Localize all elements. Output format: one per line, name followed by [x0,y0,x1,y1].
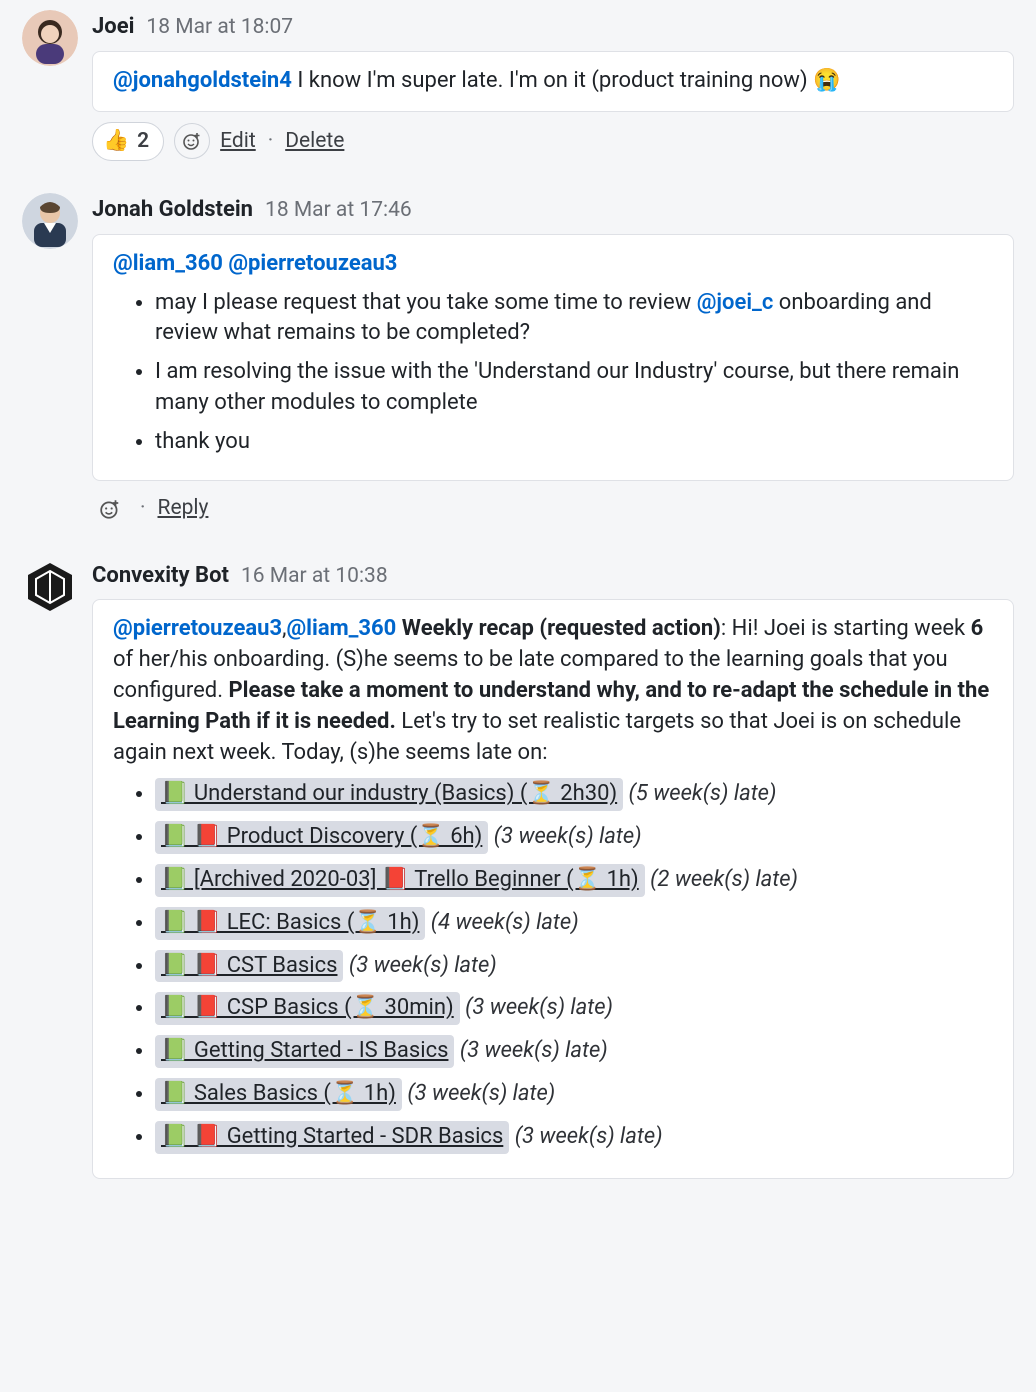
separator: · [138,494,148,523]
course-item: 📗 Sales Basics (⏳ 1h) (3 week(s) late) [155,1078,993,1111]
avatar[interactable] [22,10,78,66]
course-item: 📗 Understand our industry (Basics) (⏳ 2h… [155,778,993,811]
late-label: (5 week(s) late) [623,781,776,806]
mention[interactable]: @pierretouzeau3 [228,251,397,276]
mention[interactable]: @liam_360 [286,616,396,641]
late-label: (4 week(s) late) [425,910,578,935]
list-item: I am resolving the issue with the 'Under… [155,357,993,419]
message-bubble: @jonahgoldstein4 I know I'm super late. … [92,51,1014,112]
course-item: 📗 📕 CSP Basics (⏳ 30min) (3 week(s) late… [155,992,993,1025]
late-label: (3 week(s) late) [343,953,496,978]
course-link[interactable]: 📗 Getting Started - IS Basics [155,1035,454,1068]
post-body: Joei 18 Mar at 18:07 @jonahgoldstein4 I … [92,10,1014,161]
author-name[interactable]: Jonah Goldstein [92,195,253,226]
course-item: 📗 📕 Product Discovery (⏳ 6h) (3 week(s) … [155,821,993,854]
post-actions: 👍 2 Edit · Delete [92,122,1014,161]
smiley-plus-icon [99,498,121,520]
course-item: 📗 Getting Started - IS Basics (3 week(s)… [155,1035,993,1068]
course-link[interactable]: 📗 📕 LEC: Basics (⏳ 1h) [155,907,425,940]
smiley-plus-icon [182,131,202,151]
post-body: Jonah Goldstein 18 Mar at 17:46 @liam_36… [92,193,1014,527]
course-item: 📗 [Archived 2020-03] 📕 Trello Beginner (… [155,864,993,897]
post-header: Convexity Bot 16 Mar at 10:38 [92,559,1014,598]
course-link[interactable]: 📗 Sales Basics (⏳ 1h) [155,1078,402,1111]
late-label: (3 week(s) late) [402,1081,555,1106]
post-timestamp: 18 Mar at 18:07 [146,13,293,42]
add-reaction-button[interactable] [92,491,128,527]
post-timestamp: 16 Mar at 10:38 [241,562,388,591]
late-label: (2 week(s) late) [645,867,798,892]
mention[interactable]: @liam_360 [113,251,223,276]
reply-link[interactable]: Reply [158,494,209,523]
post-actions: · Reply [92,491,1014,527]
add-reaction-button[interactable] [174,123,210,159]
mention[interactable]: @pierretouzeau3 [113,616,282,641]
avatar[interactable] [22,559,78,615]
message-bubble: @liam_360 @pierretouzeau3 may I please r… [92,234,1014,481]
avatar[interactable] [22,193,78,249]
reaction-thumbs-up[interactable]: 👍 2 [92,122,164,161]
post-timestamp: 18 Mar at 17:46 [265,196,412,225]
course-link[interactable]: 📗 📕 CST Basics [155,950,343,983]
post-header: Jonah Goldstein 18 Mar at 17:46 [92,193,1014,232]
message-bubble: @pierretouzeau3,@liam_360 Weekly recap (… [92,599,1014,1178]
avatar-image [22,193,78,249]
course-link[interactable]: 📗 📕 Getting Started - SDR Basics [155,1121,509,1154]
bot-intro: @pierretouzeau3,@liam_360 Weekly recap (… [113,614,993,768]
post-joei: Joei 18 Mar at 18:07 @jonahgoldstein4 I … [0,4,1036,169]
mention[interactable]: @joei_c [697,290,774,315]
post-header: Joei 18 Mar at 18:07 [92,10,1014,49]
bot-icon [22,559,78,615]
course-item: 📗 📕 LEC: Basics (⏳ 1h) (4 week(s) late) [155,907,993,940]
post-body: Convexity Bot 16 Mar at 10:38 @pierretou… [92,559,1014,1179]
reaction-count: 2 [137,127,149,156]
course-list: 📗 Understand our industry (Basics) (⏳ 2h… [113,778,993,1153]
avatar-image [22,10,78,66]
post-bot: Convexity Bot 16 Mar at 10:38 @pierretou… [0,553,1036,1187]
late-label: (3 week(s) late) [460,995,613,1020]
course-link[interactable]: 📗 Understand our industry (Basics) (⏳ 2h… [155,778,623,811]
mention[interactable]: @jonahgoldstein4 [113,68,292,93]
course-item: 📗 📕 CST Basics (3 week(s) late) [155,950,993,983]
late-label: (3 week(s) late) [454,1038,607,1063]
thumbs-up-icon: 👍 [103,127,129,156]
author-name[interactable]: Joei [92,12,134,43]
late-label: (3 week(s) late) [488,824,641,849]
message-feed: Joei 18 Mar at 18:07 @jonahgoldstein4 I … [0,0,1036,1207]
separator: · [266,127,276,156]
delete-link[interactable]: Delete [285,127,344,156]
message-text: I know I'm super late. I'm on it (produc… [292,68,841,93]
list-item: thank you [155,427,993,458]
course-item: 📗 📕 Getting Started - SDR Basics (3 week… [155,1121,993,1154]
course-link[interactable]: 📗 📕 Product Discovery (⏳ 6h) [155,821,488,854]
author-name[interactable]: Convexity Bot [92,561,229,592]
course-link[interactable]: 📗 📕 CSP Basics (⏳ 30min) [155,992,460,1025]
recap-heading: Weekly recap (requested action) [402,616,721,641]
course-link[interactable]: 📗 [Archived 2020-03] 📕 Trello Beginner (… [155,864,645,897]
week-number: 6 [971,616,984,641]
list-item: may I please request that you take some … [155,288,993,350]
bullet-list: may I please request that you take some … [113,288,993,458]
post-jonah: Jonah Goldstein 18 Mar at 17:46 @liam_36… [0,187,1036,535]
late-label: (3 week(s) late) [509,1124,662,1149]
edit-link[interactable]: Edit [220,127,256,156]
